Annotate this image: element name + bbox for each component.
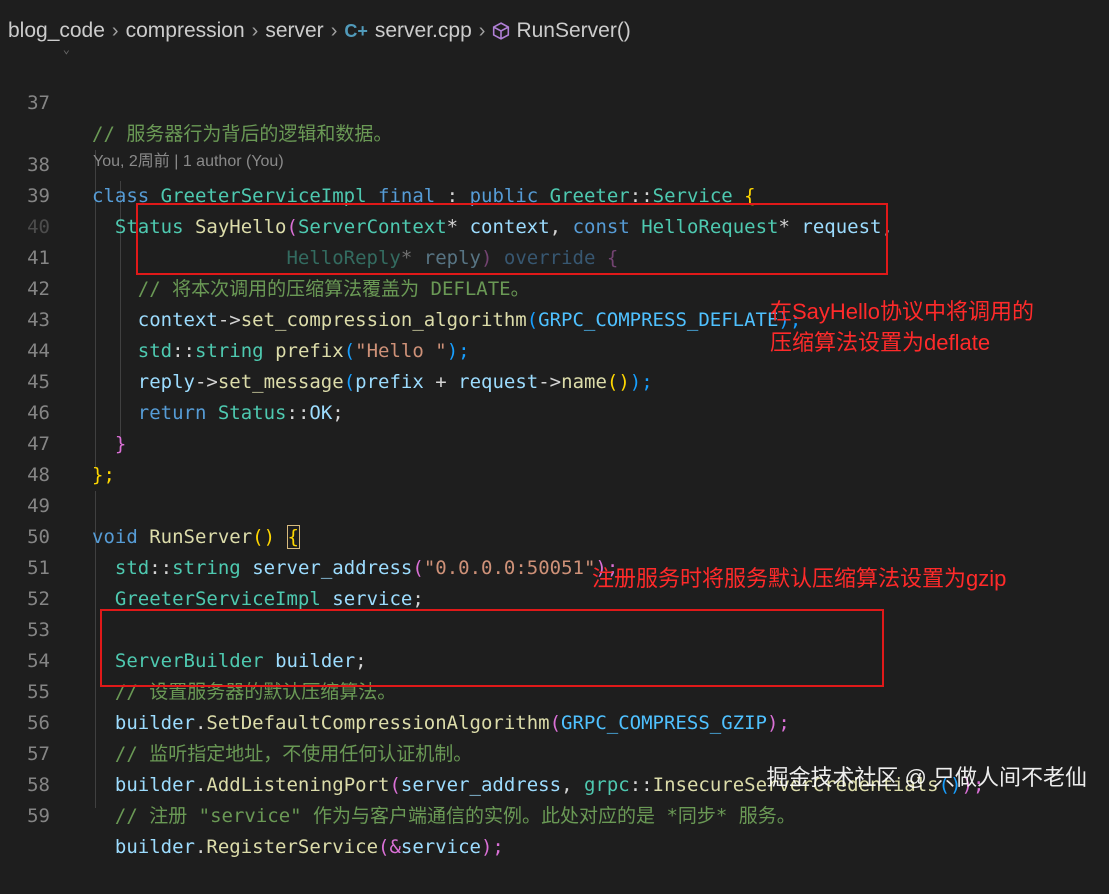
watermark: 掘金技术社区 @ 只做人间不老仙	[766, 765, 1087, 790]
code-line-48[interactable]: 48	[0, 429, 1109, 486]
code-line-39[interactable]: 39 Status SayHello(ServerContext* contex…	[0, 150, 1109, 238]
breadcrumb: blog_code › compression › server › C+ se…	[0, 0, 1109, 62]
code-line-51[interactable]: 51 GreeterServiceImpl service;	[0, 522, 1109, 610]
line-number: 59	[27, 805, 50, 827]
code-line-49[interactable]: 49 void RunServer() {	[0, 460, 1109, 549]
token: );	[480, 836, 504, 858]
breadcrumb-file-server-cpp[interactable]: server.cpp	[375, 19, 472, 43]
code-comment: // 注册 "service" 作为与客户端通信的实例。此处对应的是 *同步* …	[114, 805, 796, 827]
breadcrumb-folder-blog-code[interactable]: blog_code	[8, 19, 105, 43]
token: (&	[378, 836, 401, 858]
method-cube-icon	[493, 22, 510, 40]
token: builder	[114, 836, 195, 858]
breadcrumb-chevron-icon: ›	[478, 19, 486, 42]
code-line-47[interactable]: 47 };	[0, 398, 1109, 486]
annotation-text-gzip: 注册服务时将服务默认压缩算法设置为gzip	[592, 566, 1007, 591]
scrolled-line-number-fragment: ⌄	[62, 42, 70, 56]
code-editor[interactable]: 37 // 服务器行为背后的逻辑和数据。 You, 2周前 | 1 author…	[0, 57, 1109, 858]
breadcrumb-chevron-icon: ›	[251, 19, 259, 42]
breadcrumb-chevron-icon: ›	[330, 19, 338, 42]
token: .	[194, 836, 207, 858]
cpp-file-icon: C+	[344, 20, 368, 41]
token: service	[400, 836, 481, 858]
code-line-57[interactable]: 57 builder.AddListeningPort(server_addre…	[0, 708, 1109, 796]
annotation-text-deflate-line2: 压缩算法设置为deflate	[770, 330, 991, 355]
code-line-38[interactable]: 38 class GreeterServiceImpl final : publ…	[0, 119, 1109, 207]
annotation-box-gzip	[100, 609, 884, 687]
breadcrumb-symbol-runserver[interactable]: RunServer()	[516, 19, 630, 43]
annotation-text-deflate-line1: 在SayHello协议中将调用的	[770, 299, 1035, 324]
breadcrumb-folder-server[interactable]: server	[265, 19, 323, 43]
annotation-box-deflate	[136, 203, 888, 275]
line-number: 37	[27, 92, 50, 114]
breadcrumb-chevron-icon: ›	[111, 19, 119, 42]
breadcrumb-folder-compression[interactable]: compression	[126, 19, 245, 43]
code-line-37[interactable]: 37 // 服务器行为背后的逻辑和数据。	[0, 57, 1109, 145]
code-line-50[interactable]: 50 std::string server_address("0.0.0.0:5…	[0, 491, 1109, 579]
token: RegisterService	[206, 836, 379, 858]
code-line-46[interactable]: 46 }	[0, 367, 1109, 455]
